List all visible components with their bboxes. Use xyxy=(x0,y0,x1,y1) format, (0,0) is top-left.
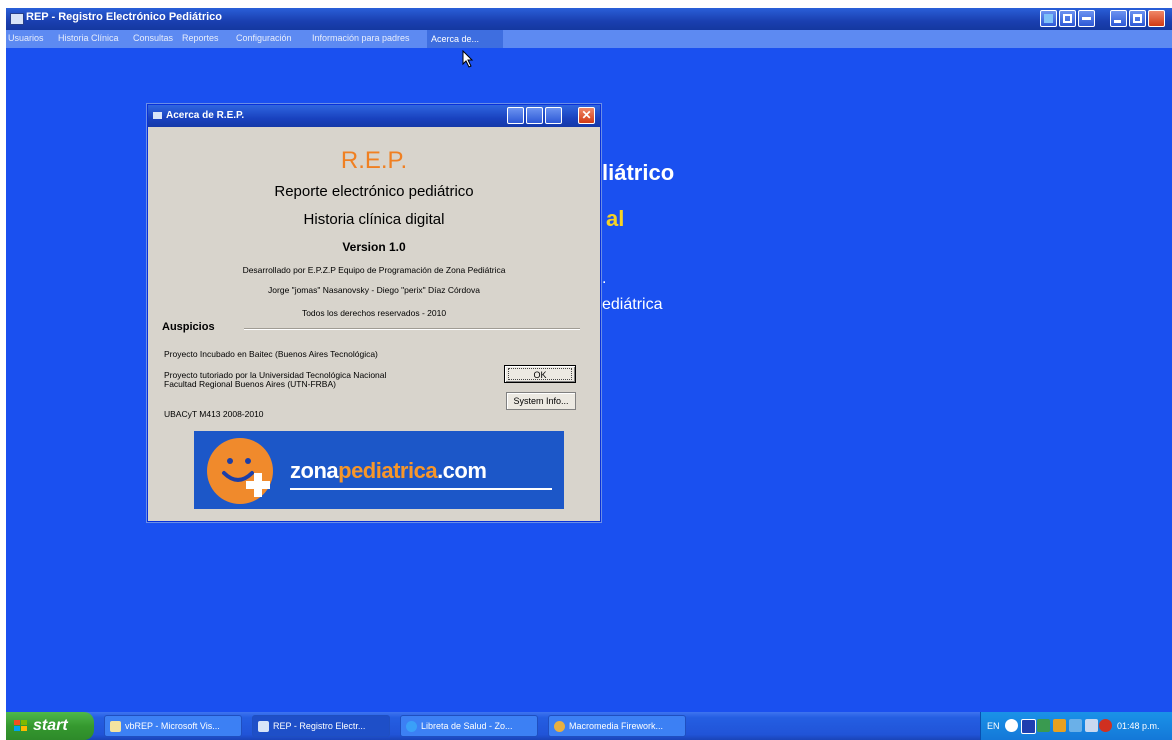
dialog-skin-icon-2[interactable] xyxy=(526,107,543,124)
start-button[interactable]: start xyxy=(6,712,94,740)
menu-reportes[interactable]: Reportes xyxy=(182,33,219,43)
screen: REP - Registro Electrónico Pediátrico Us… xyxy=(0,0,1172,740)
background-text-partial-1: . xyxy=(602,270,607,287)
ok-button-label: OK xyxy=(508,368,572,380)
menu-bar: Usuarios Historia Clínica Consultas Repo… xyxy=(6,30,1172,48)
mouse-cursor-icon xyxy=(462,50,474,68)
dialog-icon xyxy=(153,112,162,119)
system-tray: EN 01:48 p.m. xyxy=(980,712,1172,740)
menu-consultas[interactable]: Consultas xyxy=(133,33,173,43)
clock[interactable]: 01:48 p.m. xyxy=(1117,721,1160,731)
minimize-icon[interactable] xyxy=(1110,10,1127,27)
taskbar: start vbREP - Microsoft Vis... REP - Reg… xyxy=(6,712,1172,740)
developer-credit: Desarrollado por E.P.Z.P Equipo de Progr… xyxy=(242,265,506,275)
pin-icon[interactable] xyxy=(1078,10,1095,27)
about-dialog: Acerca de R.E.P. ✕ R.E.P. Reporte electr… xyxy=(147,104,601,522)
security-alert-icon[interactable] xyxy=(1099,719,1112,732)
taskbar-item-label: Macromedia Firework... xyxy=(569,721,664,731)
background-subtitle-partial: al xyxy=(606,206,625,231)
smiley-plus-logo-icon xyxy=(207,438,273,504)
taskbar-item-rep[interactable]: REP - Registro Electr... xyxy=(252,715,390,737)
menu-configuracion[interactable]: Configuración xyxy=(236,33,292,43)
taskbar-item-libreta[interactable]: Libreta de Salud - Zo... xyxy=(400,715,538,737)
taskbar-item-label: REP - Registro Electr... xyxy=(273,721,366,731)
menu-acerca-de[interactable]: Acerca de... xyxy=(427,30,503,48)
dialog-skin-icon-1[interactable] xyxy=(507,107,524,124)
title-bar-buttons xyxy=(1040,10,1172,28)
app-icon xyxy=(10,13,24,25)
dialog-title: Acerca de R.E.P. xyxy=(166,110,245,121)
menu-usuarios[interactable]: Usuarios xyxy=(8,33,44,43)
volume-icon[interactable] xyxy=(1085,719,1098,732)
sponsor-baitec: Proyecto Incubado en Baitec (Buenos Aire… xyxy=(164,349,378,359)
menu-informacion-padres[interactable]: Información para padres xyxy=(312,33,410,43)
zonapediatrica-banner[interactable]: zonapediatrica.com xyxy=(194,431,564,509)
taskbar-item-label: vbREP - Microsoft Vis... xyxy=(125,721,220,731)
app-title: REP - Registro Electrónico Pediátrico xyxy=(26,11,223,23)
fireworks-icon xyxy=(554,721,565,732)
dialog-title-bar[interactable]: Acerca de R.E.P. ✕ xyxy=(148,105,600,127)
background-text-partial-2: ediátrica xyxy=(602,296,663,313)
app-subtitle: Reporte electrónico pediátrico xyxy=(274,183,474,200)
sponsor-utn-line2: Facultad Regional Buenos Aires (UTN-FRBA… xyxy=(164,379,336,389)
copyright-text: Todos los derechos reservados - 2010 xyxy=(301,308,447,318)
internet-explorer-icon xyxy=(406,721,417,732)
skin-icon-1[interactable] xyxy=(1040,10,1057,27)
app-logo-text: R.E.P. xyxy=(340,147,408,174)
rep-window-icon xyxy=(258,721,269,732)
taskbar-item-fireworks[interactable]: Macromedia Firework... xyxy=(548,715,686,737)
sponsor-ubacyt: UBACyT M413 2008-2010 xyxy=(164,409,264,419)
banner-text-pediatrica: pediatrica xyxy=(338,458,438,483)
close-icon[interactable] xyxy=(1148,10,1165,27)
background-title-partial: liátrico xyxy=(602,160,675,185)
banner-underline xyxy=(290,488,552,490)
taskbar-item-vbrep[interactable]: vbREP - Microsoft Vis... xyxy=(104,715,242,737)
windows-logo-icon xyxy=(14,720,27,731)
banner-text-zona: zona xyxy=(290,458,339,483)
banner-wordmark: zonapediatrica.com xyxy=(290,458,487,484)
tray-app-icon-3[interactable] xyxy=(1053,719,1066,732)
banner-text-com: .com xyxy=(437,458,487,483)
skin-icon-2[interactable] xyxy=(1059,10,1076,27)
version-label: Version 1.0 xyxy=(342,240,406,254)
tray-app-icon-2[interactable] xyxy=(1037,719,1050,732)
dialog-pin-icon[interactable] xyxy=(545,107,562,124)
visual-studio-icon xyxy=(110,721,121,732)
tray-app-icon-1[interactable] xyxy=(1021,719,1036,734)
network-icon[interactable] xyxy=(1069,719,1082,732)
restore-icon[interactable] xyxy=(1129,10,1146,27)
tray-expand-icon[interactable] xyxy=(1005,719,1018,732)
menu-historia-clinica[interactable]: Historia Clínica xyxy=(58,33,119,43)
dialog-close-icon[interactable]: ✕ xyxy=(578,107,595,124)
start-label: start xyxy=(33,717,68,734)
authors-credit: Jorge "jomas" Nasanovsky - Diego "perix"… xyxy=(268,285,480,295)
taskbar-item-label: Libreta de Salud - Zo... xyxy=(421,721,513,731)
system-info-button[interactable]: System Info... xyxy=(506,392,576,410)
section-divider xyxy=(244,328,580,330)
ok-button[interactable]: OK xyxy=(504,365,576,383)
language-indicator[interactable]: EN xyxy=(987,721,1000,731)
main-title-bar[interactable]: REP - Registro Electrónico Pediátrico xyxy=(6,8,1172,30)
app-subtitle-2: Historia clínica digital xyxy=(303,211,445,228)
section-title-auspicios: Auspicios xyxy=(162,321,215,333)
